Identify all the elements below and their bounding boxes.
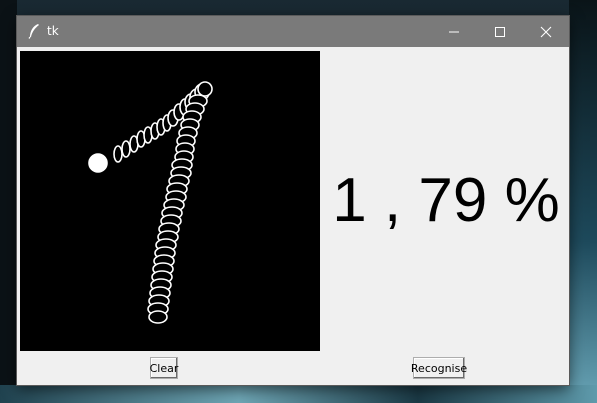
desktop-background-right (569, 0, 597, 403)
clear-button[interactable]: Clear (150, 357, 178, 379)
desktop-background (0, 0, 17, 403)
feather-icon (27, 23, 41, 39)
title-bar[interactable]: tk (17, 16, 569, 47)
minimize-button[interactable] (431, 16, 477, 47)
drawing-canvas[interactable] (20, 51, 320, 351)
app-window: tk 1 , 79 % Clear Recognise (17, 16, 569, 385)
minimize-icon (449, 31, 459, 33)
drawn-digit (88, 81, 213, 324)
maximize-button[interactable] (477, 16, 523, 47)
recognise-button[interactable]: Recognise (411, 357, 467, 379)
close-button[interactable] (523, 16, 569, 47)
maximize-icon (495, 27, 505, 37)
close-icon (540, 26, 552, 38)
recognition-result: 1 , 79 % (332, 166, 560, 235)
desktop-background-bottom (0, 385, 597, 403)
window-title: tk (47, 24, 59, 38)
